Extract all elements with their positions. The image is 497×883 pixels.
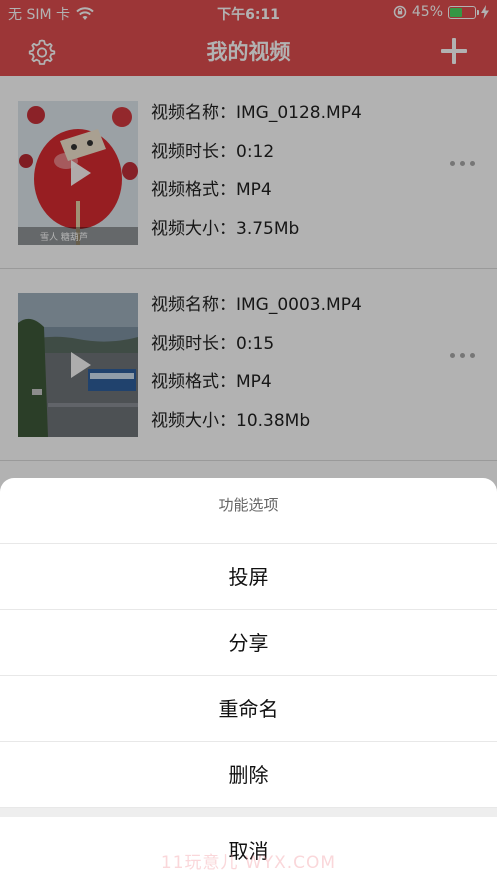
action-sheet-title: 功能选项 (0, 478, 497, 544)
action-sheet: 功能选项 投屏 分享 重命名 删除 取消 11玩意儿 WYX.COM (0, 478, 497, 883)
cast-screen-option[interactable]: 投屏 (0, 544, 497, 610)
share-option[interactable]: 分享 (0, 610, 497, 676)
action-sheet-divider (0, 808, 497, 817)
rename-option[interactable]: 重命名 (0, 676, 497, 742)
delete-option[interactable]: 删除 (0, 742, 497, 808)
cancel-button[interactable]: 取消 (0, 817, 497, 881)
